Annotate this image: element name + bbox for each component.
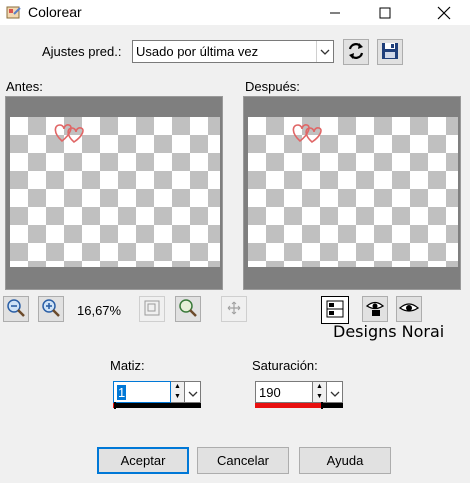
- zoom-out-button[interactable]: [3, 296, 29, 322]
- spin-down-icon[interactable]: ▼: [313, 392, 326, 402]
- spin-up-icon[interactable]: ▲: [313, 382, 326, 392]
- hearts-icon: [290, 120, 324, 147]
- minimize-button[interactable]: [312, 0, 358, 25]
- saturation-input[interactable]: 190: [255, 381, 313, 403]
- cancel-button[interactable]: Cancelar: [197, 447, 289, 474]
- reset-preset-button[interactable]: [343, 39, 369, 65]
- hue-control[interactable]: 1 ▲ ▼: [113, 381, 203, 409]
- reset-arrows-icon: [347, 42, 365, 63]
- fit-window-icon: [143, 299, 161, 320]
- help-button[interactable]: Ayuda: [299, 447, 391, 474]
- eye-button[interactable]: [396, 296, 422, 322]
- zoom-in-icon: [41, 298, 61, 321]
- presets-label: Ajustes pred.:: [42, 44, 122, 59]
- saturation-bar-fill: [255, 403, 321, 408]
- close-button[interactable]: [421, 0, 467, 25]
- hue-input[interactable]: 1: [113, 381, 171, 403]
- hearts-icon: [52, 120, 86, 147]
- saturation-dropdown[interactable]: [327, 381, 343, 403]
- eye-lock-icon: [365, 299, 385, 320]
- hue-spinner[interactable]: ▲ ▼: [171, 381, 185, 403]
- eye-icon: [398, 301, 420, 318]
- save-preset-button[interactable]: [377, 39, 403, 65]
- chevron-down-icon: [330, 385, 340, 400]
- spin-down-icon[interactable]: ▼: [171, 392, 184, 402]
- floppy-disk-icon: [381, 42, 399, 63]
- before-preview[interactable]: [5, 96, 223, 290]
- move-arrows-icon: [227, 301, 241, 318]
- zoom-level: 16,67%: [77, 303, 122, 318]
- before-canvas[interactable]: [10, 117, 220, 267]
- help-label: Ayuda: [326, 453, 364, 468]
- app-icon: [6, 5, 22, 20]
- hue-bar[interactable]: [113, 402, 201, 409]
- hue-label: Matiz:: [110, 358, 145, 373]
- cancel-label: Cancelar: [216, 453, 270, 468]
- after-label: Después:: [245, 79, 300, 94]
- saturation-control[interactable]: 190 ▲ ▼: [255, 381, 345, 409]
- spin-up-icon[interactable]: ▲: [171, 382, 184, 392]
- ok-button[interactable]: Aceptar: [97, 447, 189, 474]
- after-canvas[interactable]: [248, 117, 458, 267]
- chevron-down-icon[interactable]: [316, 41, 333, 62]
- title-bar: Colorear: [0, 0, 470, 25]
- zoom-out-icon: [6, 298, 26, 321]
- toggle-preview-button[interactable]: [321, 296, 349, 324]
- saturation-value: 190: [259, 385, 281, 400]
- hue-value: 1: [117, 385, 127, 400]
- hue-marker[interactable]: [114, 402, 116, 409]
- saturation-label: Saturación:: [252, 358, 318, 373]
- saturation-marker[interactable]: [321, 402, 323, 409]
- presets-value: Usado por última vez: [136, 44, 259, 59]
- eye-lock-button[interactable]: [362, 296, 388, 322]
- maximize-button[interactable]: [362, 0, 408, 25]
- window-title: Colorear: [28, 4, 82, 20]
- hue-dropdown[interactable]: [185, 381, 201, 403]
- zoom-actual-button[interactable]: [175, 296, 201, 322]
- presets-select[interactable]: Usado por última vez: [132, 40, 334, 63]
- saturation-bar[interactable]: [255, 402, 343, 409]
- saturation-spinner[interactable]: ▲ ▼: [313, 381, 327, 403]
- zoom-in-button[interactable]: [38, 296, 64, 322]
- after-preview[interactable]: [243, 96, 461, 290]
- preview-toggle-icon: [326, 300, 344, 321]
- pan-button[interactable]: [221, 296, 247, 322]
- ok-label: Aceptar: [120, 453, 166, 468]
- chevron-down-icon: [188, 385, 198, 400]
- fit-view-button[interactable]: [139, 296, 165, 322]
- before-label: Antes:: [6, 79, 43, 94]
- magnifier-icon: [178, 298, 198, 321]
- watermark-text: Designs Norai: [333, 322, 445, 341]
